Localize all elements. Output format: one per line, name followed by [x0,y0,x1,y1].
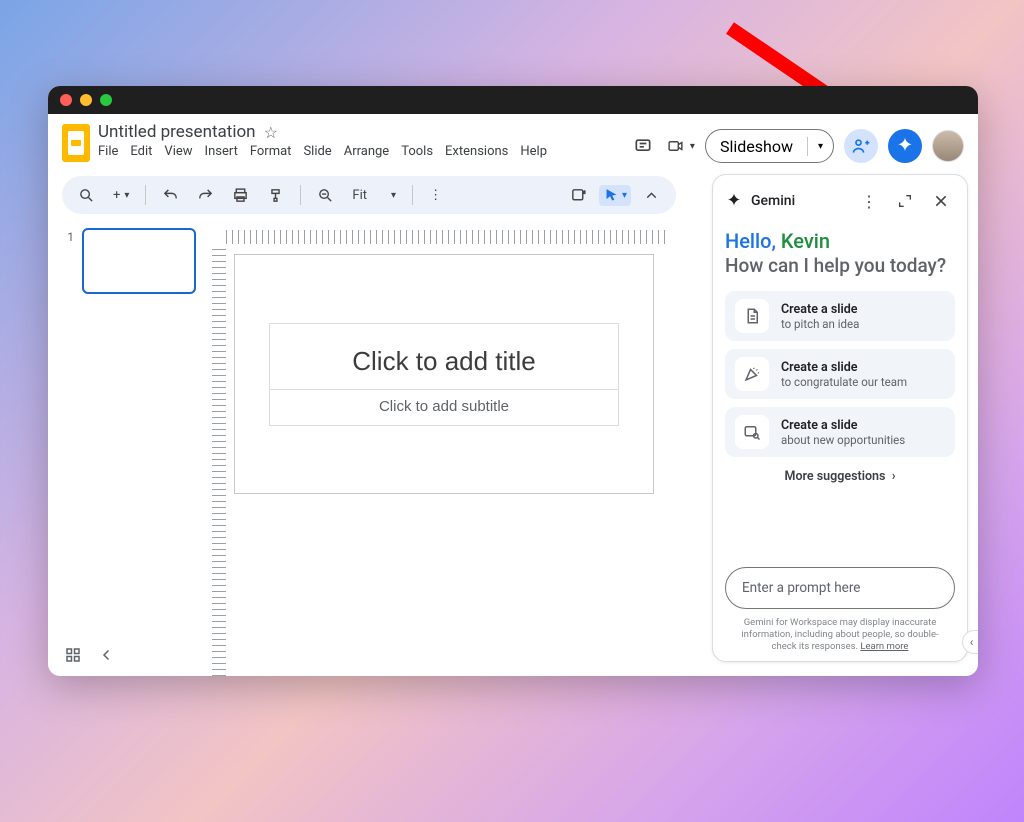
title-placeholder-box[interactable]: Click to add title Click to add subtitle [269,323,619,426]
gemini-close-icon[interactable] [927,187,955,215]
gemini-subtitle: How can I help you today? [725,254,955,277]
menu-edit[interactable]: Edit [130,144,152,159]
collapse-toolbar-button[interactable] [637,183,666,208]
pointer-tool-button[interactable]: ▾ [599,185,631,206]
gemini-hello: Hello, [725,229,776,253]
menu-insert[interactable]: Insert [205,144,238,159]
gemini-suggestion-opportunity[interactable]: Create a slide about new opportunities [725,407,955,457]
comments-icon[interactable] [629,132,657,160]
gemini-prompt-input[interactable]: Enter a prompt here [725,567,955,609]
menu-extensions[interactable]: Extensions [445,144,508,159]
new-slide-button[interactable]: +▾ [107,184,135,207]
window-minimize[interactable] [80,94,92,106]
gemini-expand-icon[interactable] [891,187,919,215]
app-window: Untitled presentation ☆ File Edit View I… [48,86,978,676]
card-desc: to pitch an idea [781,317,859,331]
menu-help[interactable]: Help [520,144,547,159]
menu-view[interactable]: View [164,144,192,159]
slide-thumbnail[interactable] [82,228,196,294]
slide-canvas[interactable]: Click to add title Click to add subtitle [234,254,654,494]
menu-arrange[interactable]: Arrange [344,144,389,159]
gemini-suggestion-pitch[interactable]: Create a slide to pitch an idea [725,291,955,341]
card-title: Create a slide [781,418,905,433]
window-close[interactable] [60,94,72,106]
gemini-learn-more-link[interactable]: Learn more [860,641,908,652]
insert-template-button[interactable] [564,183,593,208]
search-image-icon [735,415,769,449]
menu-file[interactable]: File [98,144,118,159]
zoom-select[interactable]: Fit▾ [346,186,402,205]
header: Untitled presentation ☆ File Edit View I… [48,114,978,170]
document-icon [735,299,769,333]
canvas-area: Click to add title Click to add subtitle [212,214,672,676]
menu-slide[interactable]: Slide [303,144,331,159]
gemini-prompt-placeholder: Enter a prompt here [742,580,860,596]
account-avatar[interactable] [932,130,964,162]
gemini-button[interactable] [888,129,922,163]
card-desc: to congratulate our team [781,375,907,389]
slides-logo[interactable] [62,124,90,162]
menu-tools[interactable]: Tools [401,144,433,159]
share-button[interactable] [844,129,878,163]
slideshow-button[interactable]: Slideshow ▾ [705,129,834,163]
chevron-right-icon: › [892,469,896,484]
card-title: Create a slide [781,302,859,317]
grid-view-icon[interactable] [64,646,82,664]
slideshow-dropdown[interactable]: ▾ [808,141,833,152]
celebrate-icon [735,357,769,391]
gemini-more-suggestions[interactable]: More suggestions › [725,469,955,484]
title-placeholder[interactable]: Click to add title [270,324,618,389]
window-titlebar [48,86,978,114]
toolbar: +▾ Fit▾ ⋮ ▾ [62,176,676,214]
ruler-vertical [212,244,226,676]
zoom-minus-button[interactable] [311,183,340,208]
redo-button[interactable] [191,183,220,208]
meet-present-button[interactable]: ▾ [667,132,695,160]
gemini-name: Kevin [781,229,830,253]
menu-format[interactable]: Format [250,144,292,159]
gemini-title: Gemini [751,193,795,209]
menubar: File Edit View Insert Format Slide Arran… [98,144,547,159]
collapse-filmstrip-icon[interactable] [98,646,116,664]
paint-format-button[interactable] [261,183,290,208]
more-tools-button[interactable]: ⋮ [423,184,448,207]
window-zoom[interactable] [100,94,112,106]
gemini-suggestion-congrats[interactable]: Create a slide to congratulate our team [725,349,955,399]
subtitle-placeholder[interactable]: Click to add subtitle [270,389,618,425]
slideshow-label: Slideshow [706,137,808,156]
gemini-panel: Gemini ⋮ Hello, Kevin How can I help you… [712,174,968,662]
thumb-number: 1 [62,228,74,294]
zoom-label: Fit [352,188,367,203]
undo-button[interactable] [156,183,185,208]
card-desc: about new opportunities [781,433,905,447]
star-icon[interactable]: ☆ [264,123,278,142]
gemini-footer: Gemini for Workspace may display inaccur… [729,617,951,653]
gemini-more-icon[interactable]: ⋮ [855,187,883,215]
ruler-horizontal [226,230,666,244]
search-menus-button[interactable] [72,183,101,208]
card-title: Create a slide [781,360,907,375]
slide-thumbnail-panel: 1 [62,214,212,676]
print-button[interactable] [226,183,255,208]
gemini-spark-icon [725,192,743,210]
doc-title[interactable]: Untitled presentation [98,122,256,142]
